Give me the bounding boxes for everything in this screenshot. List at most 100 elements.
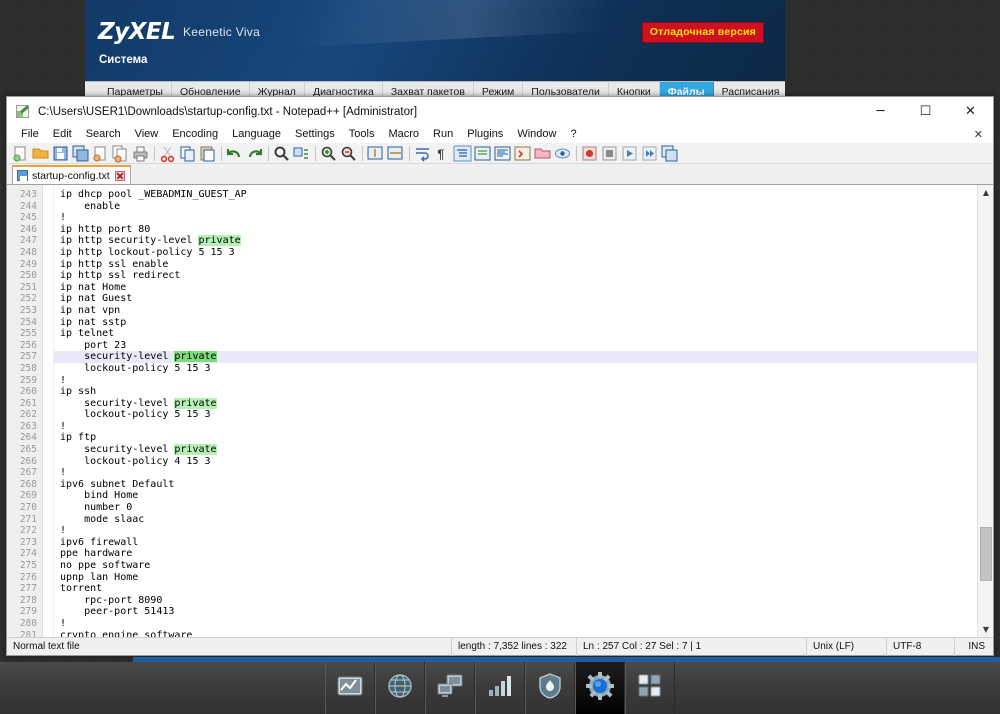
close-document-icon[interactable]: ✕ bbox=[974, 128, 993, 141]
menu-item-view[interactable]: View bbox=[128, 126, 166, 143]
close-button[interactable]: ✕ bbox=[948, 97, 993, 126]
code-line[interactable]: ip nat vpn bbox=[54, 305, 977, 317]
save-macro-icon[interactable] bbox=[660, 144, 679, 163]
code-line[interactable]: ip ssh bbox=[54, 386, 977, 398]
code-line[interactable]: ! bbox=[54, 212, 977, 224]
code-line[interactable]: ip http ssl redirect bbox=[54, 270, 977, 282]
code-line[interactable]: ! bbox=[54, 467, 977, 479]
monitor-icon[interactable] bbox=[553, 144, 572, 163]
show-all-chars-icon[interactable]: ¶ bbox=[433, 144, 452, 163]
undo-icon[interactable] bbox=[225, 144, 244, 163]
paste-icon[interactable] bbox=[198, 144, 217, 163]
code-line[interactable]: ip ftp bbox=[54, 432, 977, 444]
code-line[interactable]: ppe hardware bbox=[54, 548, 977, 560]
redo-icon[interactable] bbox=[245, 144, 264, 163]
code-line[interactable]: ip http security-level private bbox=[54, 235, 977, 247]
code-line[interactable]: ip http ssl enable bbox=[54, 259, 977, 271]
menu-item-language[interactable]: Language bbox=[225, 126, 288, 143]
code-line[interactable]: ! bbox=[54, 375, 977, 387]
code-line[interactable]: peer-port 51413 bbox=[54, 606, 977, 618]
fold-margin[interactable] bbox=[43, 185, 54, 637]
taskbar-network-computers-button[interactable] bbox=[425, 662, 475, 714]
cut-icon[interactable] bbox=[158, 144, 177, 163]
code-line[interactable]: lockout-policy 5 15 3 bbox=[54, 363, 977, 375]
menu-item-edit[interactable]: Edit bbox=[46, 126, 79, 143]
indent-guide-icon[interactable] bbox=[453, 144, 472, 163]
maximize-button[interactable]: ☐ bbox=[903, 97, 948, 126]
close-all-icon[interactable] bbox=[111, 144, 130, 163]
menu-item-settings[interactable]: Settings bbox=[288, 126, 342, 143]
code-line[interactable]: ! bbox=[54, 421, 977, 433]
vertical-scrollbar[interactable]: ▲ ▼ bbox=[977, 185, 993, 637]
code-line[interactable]: ip telnet bbox=[54, 328, 977, 340]
code-line[interactable]: ip nat Home bbox=[54, 282, 977, 294]
code-line[interactable]: number 0 bbox=[54, 502, 977, 514]
taskbar-globe-network-button[interactable] bbox=[375, 662, 425, 714]
taskbar-app-grid-button[interactable] bbox=[625, 662, 675, 714]
code-line[interactable]: ip dhcp pool _WEBADMIN_GUEST_AP bbox=[54, 189, 977, 201]
code-line[interactable]: security-level private bbox=[54, 397, 977, 410]
taskbar-signal-bars-button[interactable] bbox=[475, 662, 525, 714]
menu-item-window[interactable]: Window bbox=[510, 126, 563, 143]
replace-icon[interactable] bbox=[292, 144, 311, 163]
code-line[interactable]: ip http port 80 bbox=[54, 224, 977, 236]
menu-item-plugins[interactable]: Plugins bbox=[460, 126, 510, 143]
taskbar-performance-monitor-button[interactable] bbox=[325, 662, 375, 714]
code-line[interactable]: upnp lan Home bbox=[54, 572, 977, 584]
sync-scroll-v-icon[interactable] bbox=[366, 144, 385, 163]
code-line[interactable]: ipv6 subnet Default bbox=[54, 479, 977, 491]
close-file-icon[interactable] bbox=[91, 144, 110, 163]
code-line[interactable]: bind Home bbox=[54, 490, 977, 502]
zoom-in-icon[interactable] bbox=[319, 144, 338, 163]
code-line[interactable]: ipv6 firewall bbox=[54, 537, 977, 549]
copy-icon[interactable] bbox=[178, 144, 197, 163]
find-icon[interactable] bbox=[272, 144, 291, 163]
stop-macro-icon[interactable] bbox=[600, 144, 619, 163]
scroll-up-arrow[interactable]: ▲ bbox=[978, 185, 993, 200]
code-line[interactable]: ip nat sstp bbox=[54, 317, 977, 329]
code-text-area[interactable]: ip dhcp pool _WEBADMIN_GUEST_AP enable! i… bbox=[54, 185, 977, 637]
doc-map-icon[interactable] bbox=[493, 144, 512, 163]
code-line[interactable]: port 23 bbox=[54, 340, 977, 352]
code-line[interactable]: ip http lockout-policy 5 15 3 bbox=[54, 247, 977, 259]
udl-dialog-icon[interactable] bbox=[473, 144, 492, 163]
code-line[interactable]: rpc-port 8090 bbox=[54, 595, 977, 607]
taskbar-settings-gear-button[interactable] bbox=[575, 662, 625, 714]
code-line[interactable]: lockout-policy 4 15 3 bbox=[54, 456, 977, 468]
run-macro-multiple-icon[interactable] bbox=[640, 144, 659, 163]
menu-item-tools[interactable]: Tools bbox=[342, 126, 382, 143]
play-macro-icon[interactable] bbox=[620, 144, 639, 163]
scrollbar-thumb[interactable] bbox=[980, 527, 992, 581]
menu-item-run[interactable]: Run bbox=[426, 126, 460, 143]
menu-item-file[interactable]: File bbox=[14, 126, 46, 143]
open-file-icon[interactable] bbox=[31, 144, 50, 163]
code-line[interactable]: security-level private bbox=[54, 444, 977, 456]
code-line[interactable]: mode slaac bbox=[54, 514, 977, 526]
document-tab[interactable]: startup-config.txt bbox=[12, 165, 131, 184]
save-icon[interactable] bbox=[51, 144, 70, 163]
minimize-button[interactable]: ─ bbox=[858, 97, 903, 126]
print-icon[interactable] bbox=[131, 144, 150, 163]
close-icon[interactable] bbox=[114, 170, 125, 181]
zoom-out-icon[interactable] bbox=[339, 144, 358, 163]
menu-item-[interactable]: ? bbox=[563, 126, 583, 143]
sync-scroll-h-icon[interactable] bbox=[386, 144, 405, 163]
menu-item-encoding[interactable]: Encoding bbox=[165, 126, 225, 143]
word-wrap-icon[interactable] bbox=[413, 144, 432, 163]
code-line[interactable]: enable bbox=[54, 201, 977, 213]
new-file-icon[interactable] bbox=[11, 144, 30, 163]
code-line[interactable]: ! bbox=[54, 525, 977, 537]
editor-area[interactable]: 243 244 245 246 247 248 249 250 251 252 253 254 255 2… bbox=[7, 185, 993, 637]
code-line[interactable]: no ppe software bbox=[54, 560, 977, 572]
title-bar[interactable]: C:\Users\USER1\Downloads\startup-config.… bbox=[7, 97, 993, 126]
code-line[interactable]: crypto engine software bbox=[54, 630, 977, 637]
scroll-down-arrow[interactable]: ▼ bbox=[978, 622, 993, 637]
menu-item-search[interactable]: Search bbox=[79, 126, 128, 143]
function-list-icon[interactable] bbox=[513, 144, 532, 163]
taskbar-firewall-shield-button[interactable] bbox=[525, 662, 575, 714]
code-line[interactable]: security-level private bbox=[54, 351, 977, 363]
code-line[interactable]: ip nat Guest bbox=[54, 293, 977, 305]
save-all-icon[interactable] bbox=[71, 144, 90, 163]
record-macro-icon[interactable] bbox=[580, 144, 599, 163]
menu-item-macro[interactable]: Macro bbox=[381, 126, 426, 143]
